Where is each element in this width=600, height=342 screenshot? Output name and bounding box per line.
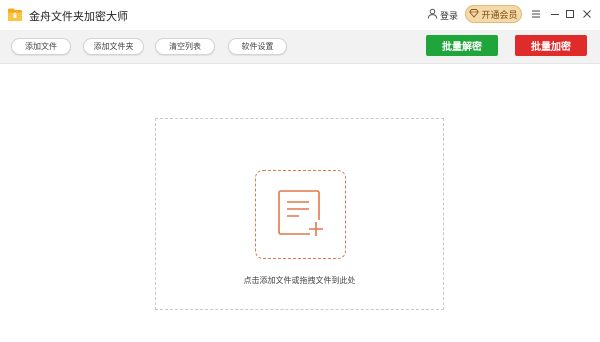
menu-icon[interactable]	[530, 7, 542, 21]
title-bar: 金舟文件夹加密大师 登录 开通会员	[0, 0, 600, 30]
login-label: 登录	[440, 11, 459, 22]
vip-label: 开通会员	[481, 10, 518, 21]
file-drop-zone[interactable]: 点击添加文件或拖拽文件到此处	[155, 118, 444, 310]
folder-logo-icon	[7, 7, 23, 22]
add-folder-button[interactable]: 添加文件夹	[83, 38, 144, 55]
maximize-icon[interactable]	[564, 7, 576, 21]
login-button[interactable]: 登录	[427, 8, 458, 22]
drop-hint-text: 点击添加文件或拖拽文件到此处	[243, 276, 356, 285]
batch-encrypt-button[interactable]: 批量加密	[515, 35, 587, 56]
user-icon	[427, 8, 438, 22]
clear-list-button[interactable]: 清空列表	[155, 38, 215, 55]
batch-decrypt-button[interactable]: 批量解密	[426, 35, 498, 56]
vip-button[interactable]: 开通会员	[465, 5, 522, 23]
settings-button[interactable]: 软件设置	[228, 38, 287, 55]
diamond-icon	[469, 8, 480, 21]
toolbar: 添加文件 添加文件夹 清空列表 软件设置 批量解密 批量加密	[0, 30, 600, 64]
add-file-area[interactable]	[255, 170, 346, 259]
close-icon[interactable]	[581, 7, 593, 21]
minimize-icon[interactable]	[549, 7, 561, 21]
add-file-button[interactable]: 添加文件	[11, 38, 71, 55]
app-title: 金舟文件夹加密大师	[29, 10, 128, 23]
